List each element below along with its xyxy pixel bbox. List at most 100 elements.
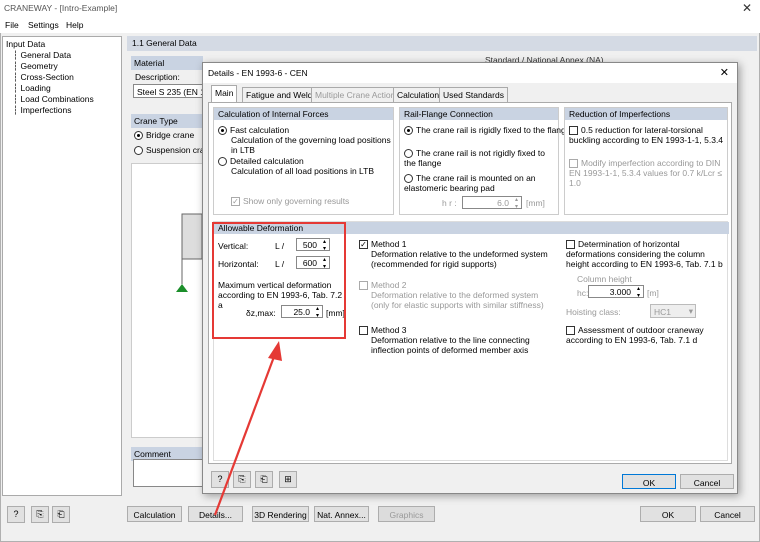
highlight-box xyxy=(212,222,346,339)
app-title: CRANEWAY - [Intro-Example] xyxy=(4,3,118,13)
checkbox-label: Method 3 xyxy=(371,325,407,335)
rail-not-rigid-radio[interactable]: The crane rail is not rigidly fixed to t… xyxy=(404,148,558,168)
tree-label: Cross-Section xyxy=(20,72,74,82)
internal-forces-header: Calculation of Internal Forces xyxy=(214,108,393,120)
page-title: 1.1 General Data xyxy=(127,36,757,51)
method-2-checkbox[interactable]: Method 2 xyxy=(359,280,549,291)
navigator-tree: Input Data ┆ General Data ┆ Geometry ┆ C… xyxy=(2,36,122,496)
tree-root[interactable]: Input Data xyxy=(6,39,45,49)
imperfections-header: Reduction of Imperfections xyxy=(565,108,727,120)
rail-rigid-radio[interactable]: The crane rail is rigidly fixed to the f… xyxy=(404,125,571,136)
comment-field[interactable] xyxy=(133,459,203,487)
nat-annex-button[interactable]: Nat. Annex... xyxy=(314,506,369,522)
details-button[interactable]: Details... xyxy=(188,506,243,522)
tab-main[interactable]: Main xyxy=(211,85,238,102)
help-icon[interactable]: ? xyxy=(7,506,25,523)
hr-input[interactable]: 6.0 xyxy=(462,196,522,210)
menu-help[interactable]: Help xyxy=(66,20,83,30)
tree-label: Geometry xyxy=(20,61,58,71)
checkbox-label: Modify imperfection according to DIN EN … xyxy=(569,158,723,189)
half-reduction-checkbox[interactable]: 0.5 reduction for lateral-torsional buck… xyxy=(569,125,725,145)
detailed-calculation-radio[interactable]: Detailed calculation xyxy=(218,156,390,167)
tree-item-cross-section[interactable]: ┆ Cross-Section xyxy=(13,72,74,83)
checkbox-label: Method 1 xyxy=(371,239,407,249)
dialog-paste-icon[interactable]: ⎗ xyxy=(255,471,273,488)
crane-type-section: Crane Type xyxy=(131,114,203,128)
method-1-checkbox[interactable]: ✓ Method 1 xyxy=(359,239,549,250)
crane-graphic xyxy=(176,213,202,292)
tree-item-load-combinations[interactable]: ┆ Load Combinations xyxy=(13,94,94,105)
radio-label: Bridge crane xyxy=(146,130,195,140)
tree-label: Loading xyxy=(20,83,51,93)
dialog-ok-button[interactable]: OK xyxy=(622,474,676,489)
menu-settings[interactable]: Settings xyxy=(28,20,59,30)
method-3-checkbox[interactable]: Method 3 xyxy=(359,325,549,336)
method-3-description: Deformation relative to the line connect… xyxy=(371,335,530,355)
checkbox-label: Assessment of outdoor craneway according… xyxy=(566,325,704,346)
export-icon[interactable]: ⎘ xyxy=(31,506,49,523)
fast-description: Calculation of the governing load positi… xyxy=(231,135,391,155)
dialog-cancel-button[interactable]: Cancel xyxy=(680,474,734,489)
material-field[interactable]: Steel S 235 (EN 100 xyxy=(133,84,203,98)
main-cancel-button[interactable]: Cancel xyxy=(700,506,755,522)
tree-item-general-data[interactable]: ┆ General Data xyxy=(13,50,71,61)
tab-fatigue-welds[interactable]: Fatigue and Welds xyxy=(242,87,321,102)
checkbox-label: Determination of horizontal deformations… xyxy=(566,239,723,270)
title-bar: CRANEWAY - [Intro-Example] ✕ xyxy=(0,0,760,17)
rail-elastomeric-radio[interactable]: The crane rail is mounted on an elastome… xyxy=(404,173,558,193)
checkbox-label: Show only governing results xyxy=(243,196,350,206)
menu-file[interactable]: File xyxy=(5,20,19,30)
horizontal-deformation-checkbox[interactable]: Determination of horizontal deformations… xyxy=(566,239,726,269)
close-icon[interactable]: ✕ xyxy=(742,1,752,15)
checkmark-icon: ✓ xyxy=(231,197,240,207)
main-ok-button[interactable]: OK xyxy=(640,506,696,522)
tree-item-geometry[interactable]: ┆ Geometry xyxy=(13,61,58,72)
dialog-title: Details - EN 1993-6 - CEN xyxy=(208,68,308,78)
dialog-close-icon[interactable]: ✕ xyxy=(720,66,729,79)
outdoor-craneway-checkbox[interactable]: Assessment of outdoor craneway according… xyxy=(566,325,726,345)
tab-used-standards[interactable]: Used Standards xyxy=(439,87,508,102)
tree-label: General Data xyxy=(20,50,72,60)
graphics-button[interactable]: Graphics xyxy=(378,506,435,522)
calculation-button[interactable]: Calculation xyxy=(127,506,182,522)
column-height-input[interactable]: 3.000 xyxy=(588,285,644,299)
fast-calculation-radio[interactable]: Fast calculation xyxy=(218,125,390,136)
tab-multiple-crane-action[interactable]: Multiple Crane Action xyxy=(311,87,400,102)
dialog-defaults-icon[interactable]: ⊞ xyxy=(279,471,297,488)
radio-icon xyxy=(134,131,143,141)
method-1-description: Deformation relative to the undeformed s… xyxy=(371,249,548,269)
tab-calculation[interactable]: Calculation xyxy=(393,87,444,102)
radio-label: The crane rail is mounted on an elastome… xyxy=(404,173,536,194)
hr-unit: [mm] xyxy=(526,198,545,208)
dialog-copy-icon[interactable]: ⎘ xyxy=(233,471,251,488)
tree-item-imperfections[interactable]: ┆ Imperfections xyxy=(13,105,72,116)
internal-forces-group: Calculation of Internal Forces Fast calc… xyxy=(213,107,394,215)
tree-item-loading[interactable]: ┆ Loading xyxy=(13,83,51,94)
modify-imperfection-checkbox[interactable]: Modify imperfection according to DIN EN … xyxy=(569,158,725,188)
checkbox-label: 0.5 reduction for lateral-torsional buck… xyxy=(569,125,724,146)
hc-label: hc: xyxy=(577,288,589,298)
description-label: Description: xyxy=(135,72,180,82)
detailed-description: Calculation of all load positions in LTB xyxy=(231,166,375,176)
radio-icon xyxy=(134,146,143,156)
imperfections-group: Reduction of Imperfections 0.5 reduction… xyxy=(564,107,728,215)
radio-icon xyxy=(404,149,413,159)
radio-icon xyxy=(218,157,227,167)
radio-label: Detailed calculation xyxy=(230,156,304,166)
checkbox-icon xyxy=(569,126,578,136)
hoisting-class-select[interactable]: HC1 ▾ xyxy=(650,304,696,318)
material-section: Material xyxy=(131,56,203,70)
import-icon[interactable]: ⎗ xyxy=(52,506,70,523)
checkbox-icon xyxy=(359,281,368,291)
radio-icon xyxy=(404,126,413,136)
dialog-help-icon[interactable]: ? xyxy=(211,471,229,488)
column-height-label: Column height xyxy=(577,274,632,284)
checkbox-icon xyxy=(359,326,368,336)
radio-icon xyxy=(218,126,227,136)
select-value: HC1 xyxy=(654,307,672,317)
radio-icon xyxy=(404,174,413,184)
3d-rendering-button[interactable]: 3D Rendering xyxy=(252,506,309,522)
bridge-crane-radio[interactable]: Bridge crane xyxy=(134,130,195,141)
hoisting-class-label: Hoisting class: xyxy=(566,307,621,317)
show-governing-checkbox[interactable]: ✓ Show only governing results xyxy=(231,196,350,207)
